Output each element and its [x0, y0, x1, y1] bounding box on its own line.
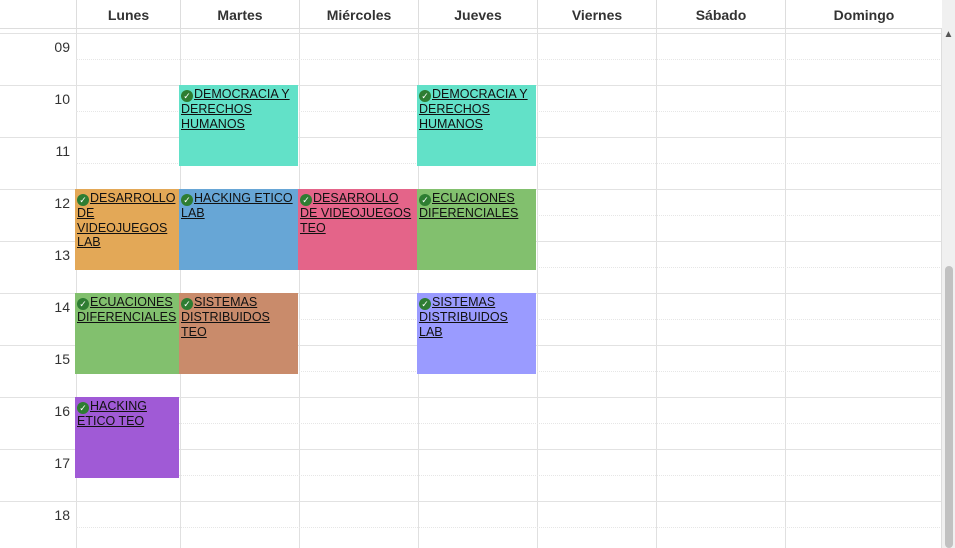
calendar-event[interactable]: ✓ ECUACIONES DIFERENCIALES — [417, 189, 536, 271]
hour-label: 11 — [55, 143, 70, 159]
day-header-3: Miércoles — [299, 0, 418, 28]
hour-label: 16 — [54, 403, 70, 419]
day-header-1: Lunes — [76, 0, 180, 28]
event-title-link[interactable]: ✓ DEMOCRACIA Y DERECHOS HUMANOS — [181, 87, 296, 131]
calendar-event[interactable]: ✓ DEMOCRACIA Y DERECHOS HUMANOS — [417, 85, 536, 167]
check-icon: ✓ — [181, 298, 193, 310]
day-header-6: Sábado — [656, 0, 785, 28]
calendar-event[interactable]: ✓ ECUACIONES DIFERENCIALES — [75, 293, 179, 375]
check-icon: ✓ — [77, 194, 89, 206]
day-header-7: Domingo — [785, 0, 942, 28]
event-title-link[interactable]: ✓ DESARROLLO DE VIDEOJUEGOS LAB — [77, 191, 177, 250]
scrollbar-thumb[interactable] — [945, 266, 953, 548]
event-title-text: HACKING ETICO LAB — [181, 191, 293, 220]
day-header-row: Lunes Martes Miércoles Jueves Viernes Sábado D… — [0, 0, 942, 29]
event-title-link[interactable]: ✓ ECUACIONES DIFERENCIALES — [419, 191, 534, 221]
event-title-link[interactable]: ✓ HACKING ETICO TEO — [77, 399, 177, 429]
calendar-event[interactable]: ✓ SISTEMAS DISTRIBUIDOS LAB — [417, 293, 536, 375]
column-divider — [299, 28, 300, 548]
hour-label: 14 — [54, 299, 70, 315]
hour-label: 09 — [54, 39, 70, 55]
calendar-event[interactable]: ✓ DESARROLLO DE VIDEOJUEGOS TEO — [298, 189, 417, 271]
event-title-text: ECUACIONES DIFERENCIALES — [419, 191, 519, 220]
check-icon: ✓ — [419, 194, 431, 206]
day-header-5: Viernes — [537, 0, 656, 28]
event-title-link[interactable]: ✓ SISTEMAS DISTRIBUIDOS TEO — [181, 295, 296, 339]
scroll-up-arrow-icon[interactable]: ▲ — [942, 28, 955, 42]
check-icon: ✓ — [181, 90, 193, 102]
half-hour-line — [76, 423, 942, 424]
check-icon: ✓ — [419, 90, 431, 102]
event-title-text: DEMOCRACIA Y DERECHOS HUMANOS — [419, 87, 528, 131]
day-header-4: Jueves — [418, 0, 537, 28]
event-title-link[interactable]: ✓ DEMOCRACIA Y DERECHOS HUMANOS — [419, 87, 534, 131]
hour-label: 18 — [54, 507, 70, 523]
event-title-link[interactable]: ✓ HACKING ETICO LAB — [181, 191, 296, 221]
calendar-event[interactable]: ✓ DESARROLLO DE VIDEOJUEGOS LAB — [75, 189, 179, 271]
column-divider — [785, 28, 786, 548]
check-icon: ✓ — [419, 298, 431, 310]
event-title-text: DESARROLLO DE VIDEOJUEGOS LAB — [77, 191, 176, 249]
vertical-scrollbar[interactable]: ▲ — [941, 0, 955, 548]
event-title-text: ECUACIONES DIFERENCIALES — [77, 295, 177, 324]
event-title-text: DESARROLLO DE VIDEOJUEGOS TEO — [300, 191, 412, 235]
column-divider — [537, 28, 538, 548]
hour-label: 17 — [54, 455, 70, 471]
hour-label: 13 — [54, 247, 70, 263]
hour-label: 15 — [54, 351, 70, 367]
event-title-link[interactable]: ✓ ECUACIONES DIFERENCIALES — [77, 295, 177, 325]
calendar-event[interactable]: ✓ HACKING ETICO TEO — [75, 397, 179, 479]
event-title-text: SISTEMAS DISTRIBUIDOS TEO — [181, 295, 270, 339]
event-title-text: SISTEMAS DISTRIBUIDOS LAB — [419, 295, 508, 339]
half-hour-line — [76, 475, 942, 476]
hour-line — [0, 33, 942, 34]
event-title-link[interactable]: ✓ DESARROLLO DE VIDEOJUEGOS TEO — [300, 191, 415, 235]
check-icon: ✓ — [77, 298, 89, 310]
half-hour-line — [76, 59, 942, 60]
day-header-2: Martes — [180, 0, 299, 28]
check-icon: ✓ — [300, 194, 312, 206]
week-calendar: Lunes Martes Miércoles Jueves Viernes Sábado D… — [0, 0, 942, 548]
calendar-event[interactable]: ✓ HACKING ETICO LAB — [179, 189, 298, 271]
check-icon: ✓ — [77, 402, 89, 414]
hour-line — [0, 501, 942, 502]
event-title-text: DEMOCRACIA Y DERECHOS HUMANOS — [181, 87, 290, 131]
check-icon: ✓ — [181, 194, 193, 206]
column-divider — [656, 28, 657, 548]
hour-label: 10 — [54, 91, 70, 107]
half-hour-line — [76, 527, 942, 528]
calendar-event[interactable]: ✓ SISTEMAS DISTRIBUIDOS TEO — [179, 293, 298, 375]
calendar-event[interactable]: ✓ DEMOCRACIA Y DERECHOS HUMANOS — [179, 85, 298, 167]
event-title-link[interactable]: ✓ SISTEMAS DISTRIBUIDOS LAB — [419, 295, 534, 339]
hour-label: 12 — [54, 195, 70, 211]
